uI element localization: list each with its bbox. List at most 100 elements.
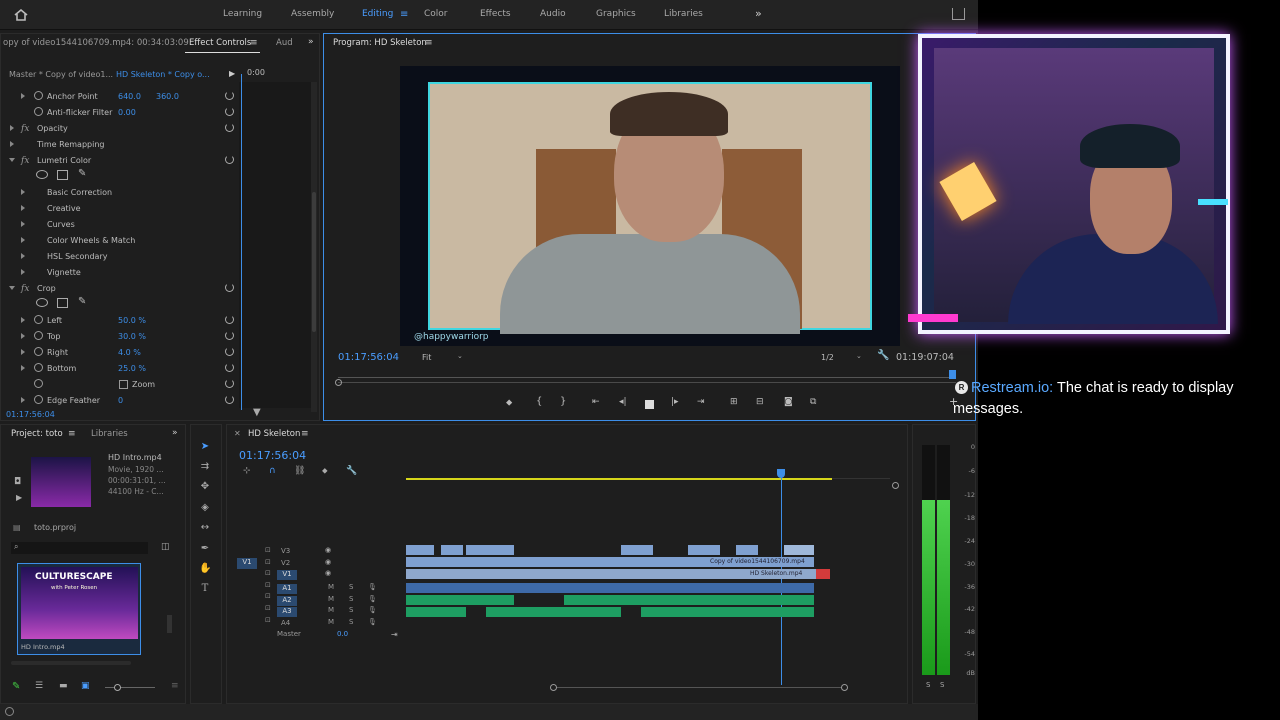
expand-icon[interactable] <box>21 317 25 323</box>
mark-out-icon[interactable]: } <box>560 396 566 407</box>
reset-icon[interactable] <box>225 315 234 324</box>
ec-row-vignette[interactable]: Vignette <box>1 265 237 281</box>
timeline-scroll-circle[interactable] <box>892 482 899 489</box>
snap-icon[interactable]: ∩ <box>269 466 276 476</box>
reset-icon[interactable] <box>225 155 234 164</box>
ec-row-bottom[interactable]: Bottom 25.0 % <box>1 361 237 377</box>
v3-clip[interactable] <box>466 545 514 555</box>
project-scrollbar[interactable] <box>167 615 172 633</box>
fx-icon[interactable]: fx <box>21 156 29 166</box>
collapse-icon[interactable] <box>9 158 15 162</box>
pen-mask-icon[interactable]: ✎ <box>78 296 86 307</box>
expand-icon[interactable] <box>21 269 25 275</box>
solo-icons[interactable]: SSSS <box>349 582 353 628</box>
work-area-bar[interactable] <box>406 478 832 480</box>
fit-chevron-icon[interactable]: ⌄ <box>457 352 463 360</box>
more-workspaces-icon[interactable]: » <box>755 7 762 20</box>
mark-in-icon[interactable]: { <box>536 396 542 407</box>
track-a2[interactable]: A2 <box>277 596 297 606</box>
v3-clip[interactable] <box>441 545 463 555</box>
pen-mask-icon[interactable]: ✎ <box>78 168 86 179</box>
expand-icon[interactable] <box>21 365 25 371</box>
lift-icon[interactable]: ⊞ <box>730 397 738 407</box>
v3-clip[interactable] <box>688 545 720 555</box>
stop-button[interactable] <box>645 400 654 409</box>
param-value[interactable]: 0 <box>118 396 123 405</box>
ec-row-right[interactable]: Right 4.0 % <box>1 345 237 361</box>
add-marker-icon[interactable]: ⬥ <box>506 398 512 408</box>
libraries-tab[interactable]: Libraries <box>91 429 128 439</box>
fx-icon[interactable]: fx <box>21 124 29 134</box>
timeline-timecode[interactable]: 01:17:56:04 <box>239 449 306 462</box>
track-a4[interactable]: A4 <box>281 619 290 627</box>
pencil-icon[interactable]: ✎ <box>12 681 20 692</box>
ws-color[interactable]: Color <box>424 9 448 19</box>
a2-clip[interactable] <box>564 595 814 605</box>
expand-icon[interactable] <box>10 125 14 131</box>
ellipse-mask-icon[interactable] <box>36 170 48 179</box>
ws-learning[interactable]: Learning <box>223 9 262 19</box>
a3-clip[interactable] <box>641 607 814 617</box>
v3-clip[interactable] <box>736 545 758 555</box>
go-to-out-icon[interactable]: ⇥ <box>697 397 705 407</box>
project-search-field[interactable] <box>11 542 148 554</box>
timeline-close-icon[interactable]: ✕ <box>234 429 241 438</box>
stopwatch-icon[interactable] <box>34 379 43 388</box>
ec-row-wheels[interactable]: Color Wheels & Match <box>1 233 237 249</box>
ec-row-opacity[interactable]: fx Opacity <box>1 121 237 137</box>
stopwatch-icon[interactable] <box>34 331 43 340</box>
slip-icon[interactable]: ↔ <box>199 522 211 534</box>
ec-row-hsl[interactable]: HSL Secondary <box>1 249 237 265</box>
step-back-icon[interactable]: ◂| <box>619 397 627 407</box>
hand-tool-icon[interactable]: ✋ <box>199 563 211 575</box>
reset-icon[interactable] <box>225 395 234 404</box>
master-label[interactable]: Master * Copy of video1... <box>9 70 113 79</box>
expand-icon[interactable] <box>10 141 14 147</box>
reset-icon[interactable] <box>225 91 234 100</box>
param-value[interactable]: 0.00 <box>118 108 136 117</box>
expand-icon[interactable] <box>21 349 25 355</box>
ec-row-antiflicker[interactable]: Anti-flicker Filter 0.00 <box>1 105 237 121</box>
selection-tool-icon[interactable]: ➤ <box>199 441 211 453</box>
stopwatch-icon[interactable] <box>34 91 43 100</box>
ec-playhead[interactable] <box>241 74 242 410</box>
reset-icon[interactable] <box>225 363 234 372</box>
reset-icon[interactable] <box>225 107 234 116</box>
reset-icon[interactable] <box>225 123 234 132</box>
solo-right-button[interactable]: S <box>940 681 944 689</box>
ec-scrollbar[interactable] <box>311 82 317 412</box>
zoom-checkbox[interactable] <box>119 380 128 389</box>
master-end-icon[interactable]: ⇥ <box>391 630 398 639</box>
eye-icons[interactable]: ◉ ◉ ◉ <box>325 545 331 580</box>
v2-clip[interactable]: Copy of video1544106709.mp4 <box>406 557 814 567</box>
timeline-menu-icon[interactable]: ≡ <box>301 429 309 439</box>
timeline-playhead-line[interactable] <box>781 477 782 685</box>
a3-clip[interactable] <box>406 607 466 617</box>
ws-assembly[interactable]: Assembly <box>291 9 334 19</box>
resolution-chevron-icon[interactable]: ⌄ <box>856 352 862 360</box>
a1-clip[interactable] <box>406 583 814 593</box>
ripple-edit-icon[interactable]: ✥ <box>199 481 211 493</box>
pen-tool-icon[interactable]: ✒ <box>199 543 211 555</box>
stopwatch-icon[interactable] <box>34 395 43 404</box>
timeline-hscroll[interactable] <box>552 687 846 688</box>
clip-label[interactable]: HD Skeleton * Copy o... <box>116 70 210 79</box>
ec-timecode[interactable]: 01:17:56:04 <box>6 410 55 419</box>
fit-dropdown[interactable]: Fit <box>422 353 431 362</box>
preview-thumb[interactable] <box>31 457 91 507</box>
reset-icon[interactable] <box>225 283 234 292</box>
filter-icon[interactable]: ▼ <box>253 407 261 418</box>
stopwatch-icon[interactable] <box>34 347 43 356</box>
v3-clip[interactable] <box>784 545 814 555</box>
ec-row-top[interactable]: Top 30.0 % <box>1 329 237 345</box>
compare-icon[interactable]: ⧉ <box>810 397 816 407</box>
resolution-dropdown[interactable]: 1/2 <box>821 353 834 362</box>
panel-overflow-icon[interactable]: » <box>308 37 314 47</box>
ec-row-timeremap[interactable]: Time Remapping <box>1 137 237 153</box>
ec-row-anchor[interactable]: Anchor Point 640.0 360.0 <box>1 89 237 105</box>
param-value[interactable]: 25.0 % <box>118 364 146 373</box>
step-forward-icon[interactable]: |▸ <box>671 397 679 407</box>
new-bin-icon[interactable]: ◫ <box>161 542 170 552</box>
audio-tab[interactable]: Aud <box>276 38 293 48</box>
expand-icon[interactable] <box>21 237 25 243</box>
